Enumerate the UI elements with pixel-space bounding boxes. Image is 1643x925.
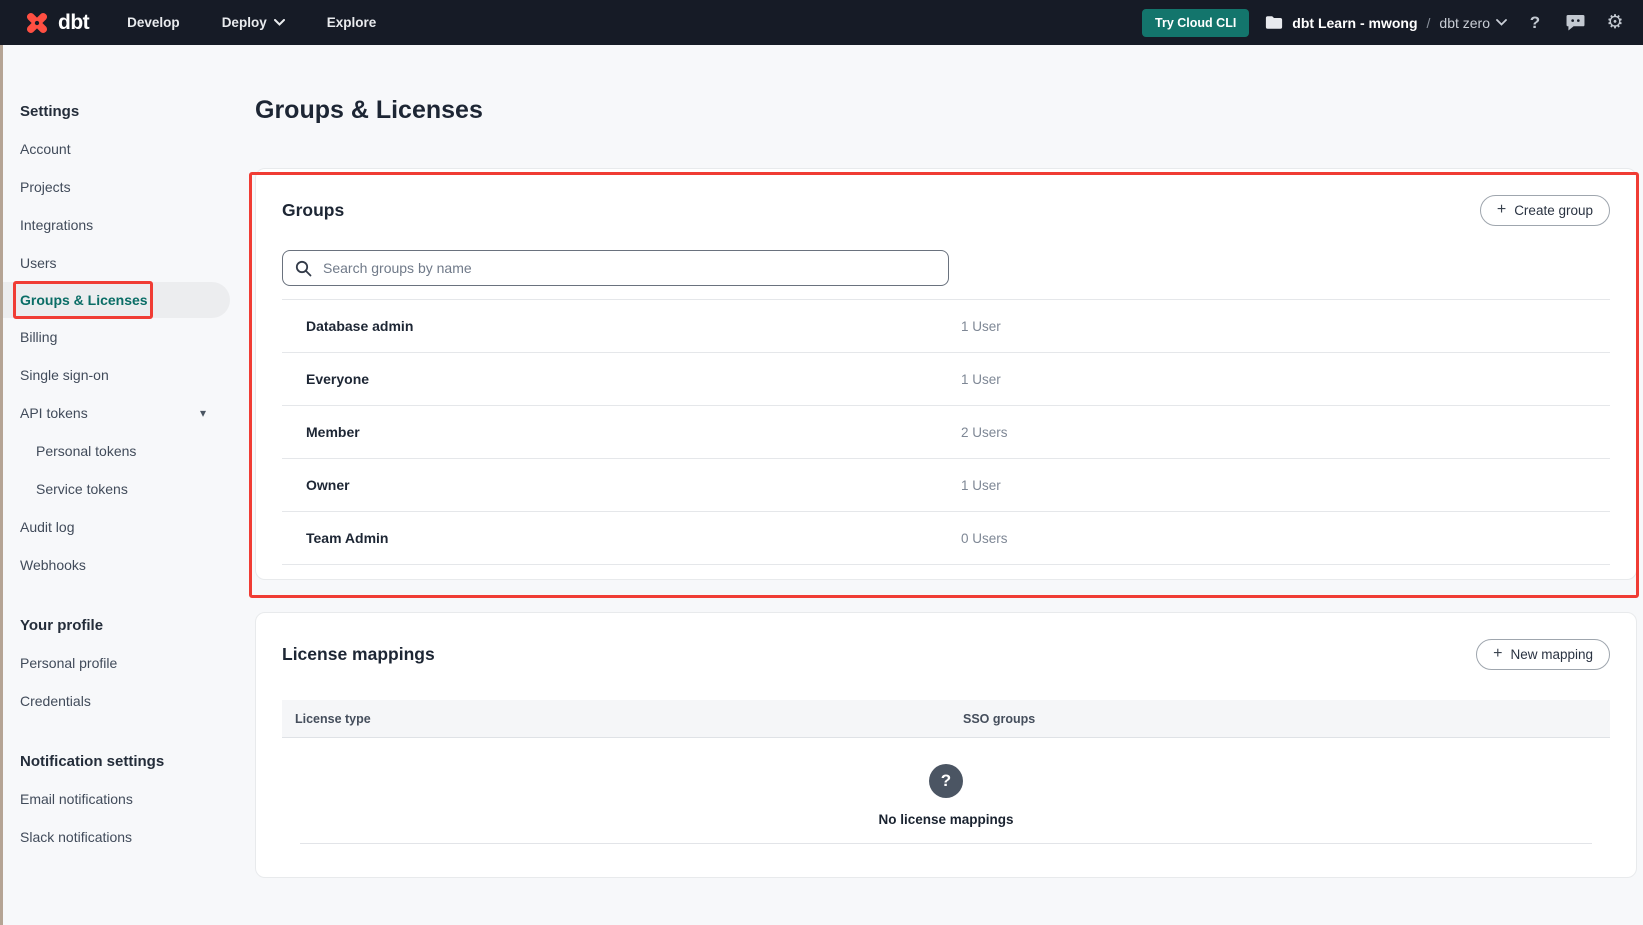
dbt-logo[interactable]: dbt	[24, 10, 89, 36]
menu-explore[interactable]: Explore	[319, 9, 385, 36]
column-sso-groups: SSO groups	[963, 712, 1035, 726]
feedback-chat-icon[interactable]	[1563, 11, 1587, 35]
sidebar-item-audit-log[interactable]: Audit log	[0, 508, 230, 546]
group-row-member[interactable]: Member 2 Users	[282, 406, 1610, 459]
sidebar-item-groups-licenses[interactable]: Groups & Licenses	[0, 282, 230, 318]
top-navbar: dbt Develop Deploy Explore Try Cloud CLI	[0, 0, 1643, 45]
sidebar-item-webhooks[interactable]: Webhooks	[0, 546, 230, 584]
sidebar-item-billing[interactable]: Billing	[0, 318, 230, 356]
help-icon[interactable]: ?	[1523, 11, 1547, 35]
license-empty-state: ? No license mappings	[282, 738, 1610, 827]
groups-card: Groups + Create group	[255, 168, 1637, 580]
new-mapping-button[interactable]: + New mapping	[1476, 639, 1610, 670]
account-breadcrumb: dbt Learn - mwong / dbt zero	[1265, 15, 1507, 31]
folder-icon	[1265, 15, 1283, 30]
dbt-cloud-app: dbt Develop Deploy Explore Try Cloud CLI	[0, 0, 1643, 925]
license-mappings-card: License mappings + New mapping License t…	[255, 612, 1637, 878]
sidebar-item-personal-profile[interactable]: Personal profile	[0, 644, 230, 682]
user-count: 1 User	[961, 372, 1001, 387]
main-content: Groups & Licenses Groups + Create group	[230, 45, 1643, 925]
user-count: 1 User	[961, 319, 1001, 334]
sidebar-item-personal-tokens[interactable]: Personal tokens	[0, 432, 230, 470]
group-row-owner[interactable]: Owner 1 User	[282, 459, 1610, 512]
user-count: 2 Users	[961, 425, 1008, 440]
column-license-type: License type	[295, 712, 963, 726]
breadcrumb-separator: /	[1427, 15, 1431, 31]
sidebar-item-service-tokens[interactable]: Service tokens	[0, 470, 230, 508]
divider	[300, 843, 1592, 844]
settings-sidebar: Settings Account Projects Integrations U…	[0, 45, 230, 925]
window-edge-artifact	[0, 45, 3, 925]
sidebar-item-credentials[interactable]: Credentials	[0, 682, 230, 720]
caret-down-icon: ▾	[200, 406, 206, 420]
account-name[interactable]: dbt Learn - mwong	[1292, 15, 1417, 31]
group-list: Database admin 1 User Everyone 1 User Me…	[282, 299, 1610, 565]
sidebar-item-projects[interactable]: Projects	[0, 168, 230, 206]
empty-state-text: No license mappings	[878, 812, 1013, 827]
user-count: 1 User	[961, 478, 1001, 493]
sidebar-heading-your-profile: Your profile	[0, 606, 230, 644]
sidebar-heading-notification-settings: Notification settings	[0, 742, 230, 780]
question-mark-icon: ?	[929, 764, 963, 798]
settings-gear-icon[interactable]: ⚙	[1603, 11, 1627, 35]
group-row-database-admin[interactable]: Database admin 1 User	[282, 300, 1610, 353]
try-cloud-cli-button[interactable]: Try Cloud CLI	[1142, 9, 1249, 37]
dbt-logo-icon	[24, 10, 50, 36]
page-body: Settings Account Projects Integrations U…	[0, 45, 1643, 925]
sidebar-item-api-tokens[interactable]: API tokens ▾	[0, 394, 230, 432]
sidebar-item-single-sign-on[interactable]: Single sign-on	[0, 356, 230, 394]
sidebar-heading-settings: Settings	[0, 92, 230, 130]
sidebar-item-users[interactable]: Users	[0, 244, 230, 282]
chevron-down-icon	[274, 19, 285, 26]
group-row-everyone[interactable]: Everyone 1 User	[282, 353, 1610, 406]
group-search-input[interactable]	[321, 259, 936, 277]
navbar-right: Try Cloud CLI dbt Learn - mwong / dbt ze…	[1142, 9, 1627, 37]
menu-develop[interactable]: Develop	[119, 9, 188, 36]
plus-icon: +	[1497, 201, 1506, 219]
user-count: 0 Users	[961, 531, 1008, 546]
license-mappings-heading: License mappings	[282, 644, 435, 665]
groups-heading: Groups	[282, 200, 344, 221]
sidebar-item-slack-notifications[interactable]: Slack notifications	[0, 818, 230, 856]
brand-name: dbt	[58, 11, 89, 35]
page-title: Groups & Licenses	[255, 92, 1643, 128]
sidebar-item-email-notifications[interactable]: Email notifications	[0, 780, 230, 818]
search-icon	[295, 260, 312, 277]
sidebar-item-account[interactable]: Account	[0, 130, 230, 168]
plus-icon: +	[1493, 645, 1502, 663]
create-group-button[interactable]: + Create group	[1480, 195, 1610, 226]
chevron-down-icon	[1496, 19, 1507, 26]
license-table-header: License type SSO groups	[282, 700, 1610, 738]
group-row-team-admin[interactable]: Team Admin 0 Users	[282, 512, 1610, 565]
menu-deploy[interactable]: Deploy	[214, 9, 293, 36]
group-search-box	[282, 250, 949, 286]
main-menu: Develop Deploy Explore	[119, 9, 384, 36]
environment-picker[interactable]: dbt zero	[1439, 15, 1507, 31]
sidebar-item-integrations[interactable]: Integrations	[0, 206, 230, 244]
